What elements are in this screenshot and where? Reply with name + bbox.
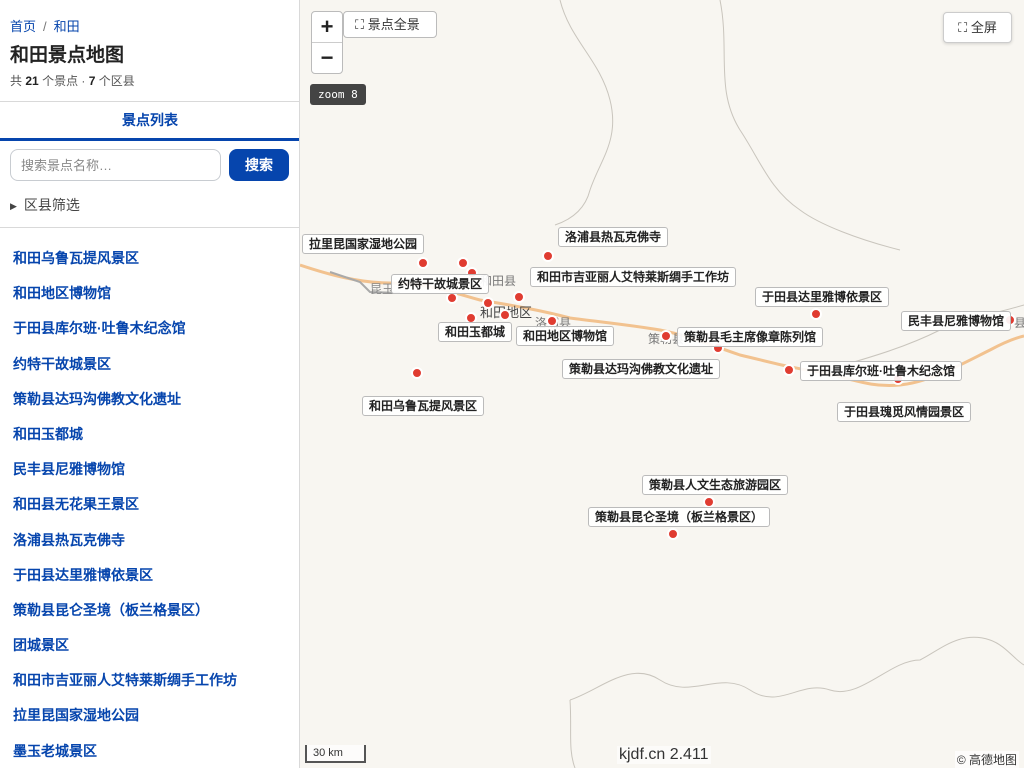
poi-marker[interactable] bbox=[513, 291, 525, 303]
stats-prefix: 共 bbox=[10, 74, 23, 88]
poi-markers bbox=[411, 250, 1016, 540]
spot-list-item[interactable]: 策勒县昆仑圣境（板兰格景区） bbox=[13, 600, 237, 635]
poi-marker[interactable] bbox=[411, 367, 423, 379]
fullscreen-button[interactable]: ⛶ 全屏 bbox=[943, 12, 1012, 43]
stats-summary: 共 21 个景点 · 7 个区县 bbox=[10, 72, 135, 89]
sidebar: 首页 / 和田 和田景点地图 共 21 个景点 · 7 个区县 景点列表 搜索 ▶ 区… bbox=[0, 0, 300, 768]
spot-list-item[interactable]: 于田县达里雅博依景区 bbox=[13, 565, 237, 600]
page-title: 和田景点地图 bbox=[10, 45, 125, 66]
spot-list-item[interactable]: 和田玉都城 bbox=[13, 424, 237, 459]
spot-list-item[interactable]: 民丰县尼雅博物馆 bbox=[13, 459, 237, 494]
tab-spot-list[interactable]: 景点列表 bbox=[0, 102, 299, 141]
poi-label-wuluwati[interactable]: 和田乌鲁瓦提风景区 bbox=[362, 396, 485, 416]
poi-marker[interactable] bbox=[783, 364, 795, 376]
poi-label-kunlun[interactable]: 策勒县昆仑圣境（板兰格景区） bbox=[588, 507, 771, 527]
poi-label-yudoucheng[interactable]: 和田玉都城 bbox=[438, 322, 513, 342]
poi-marker[interactable] bbox=[499, 309, 511, 321]
spot-list-item[interactable]: 和田市吉亚丽人艾特莱斯绸手工作坊 bbox=[13, 670, 237, 705]
poi-marker[interactable] bbox=[542, 250, 554, 262]
scale-bar: 30 km bbox=[305, 745, 366, 763]
boundary-line bbox=[554, 0, 614, 226]
poi-label-kurban[interactable]: 于田县库尔班·吐鲁木纪念馆 bbox=[800, 361, 962, 381]
boundary-line bbox=[569, 699, 576, 768]
county-filter-label: 区县筛选 bbox=[23, 197, 80, 213]
breadcrumb-current-link[interactable]: 和田 bbox=[54, 19, 80, 34]
poi-label-rose[interactable]: 于田县瑰觅风情园景区 bbox=[837, 402, 972, 422]
poi-marker[interactable] bbox=[703, 496, 715, 508]
spot-list-item[interactable]: 和田县无花果王景区 bbox=[13, 494, 237, 529]
overview-button[interactable]: ⛶ 景点全景 bbox=[343, 11, 437, 38]
boundary-line bbox=[569, 636, 1024, 701]
map-attribution[interactable]: © 高德地图 bbox=[954, 751, 1019, 768]
spot-list-item[interactable]: 策勒县达玛沟佛教文化遗址 bbox=[13, 389, 237, 424]
breadcrumb-home-link[interactable]: 首页 bbox=[10, 19, 36, 34]
map-canvas[interactable]: 昆玉 和田县 和田地区 洛浦县 策勒县 县 拉 bbox=[300, 0, 1024, 768]
spot-list-item[interactable]: 约特干故城景区 bbox=[13, 354, 237, 389]
zoom-out-button[interactable]: − bbox=[312, 43, 342, 73]
map-base-layer: 昆玉 和田县 和田地区 洛浦县 策勒县 县 bbox=[300, 0, 1024, 768]
search-input[interactable] bbox=[10, 149, 221, 181]
spot-list-item[interactable]: 墨玉老城景区 bbox=[13, 741, 237, 768]
poi-label-renwen[interactable]: 策勒县人文生态旅游园区 bbox=[642, 475, 789, 495]
fullscreen-icon: ⛶ bbox=[958, 20, 968, 35]
search-button[interactable]: 搜索 bbox=[229, 149, 289, 181]
county-filter-toggle[interactable]: ▶ 区县筛选 bbox=[10, 195, 80, 215]
spot-list-item[interactable]: 于田县库尔班·吐鲁木纪念馆 bbox=[13, 318, 237, 353]
spot-list-item[interactable]: 洛浦县热瓦克佛寺 bbox=[13, 530, 237, 565]
breadcrumb-separator: / bbox=[43, 19, 47, 34]
poi-label-mao[interactable]: 策勒县毛主席像章陈列馆 bbox=[677, 327, 824, 347]
spot-list-item[interactable]: 拉里昆国家湿地公园 bbox=[13, 705, 237, 740]
poi-marker[interactable] bbox=[457, 257, 469, 269]
spot-list-item[interactable]: 和田乌鲁瓦提风景区 bbox=[13, 248, 237, 283]
poi-marker[interactable] bbox=[667, 528, 679, 540]
spot-list-item[interactable]: 团城景区 bbox=[13, 635, 237, 670]
poi-label-museum[interactable]: 和田地区博物馆 bbox=[516, 326, 615, 346]
overview-label: 景点全景 bbox=[367, 17, 420, 32]
counties-unit: 个区县 bbox=[98, 74, 135, 88]
spots-unit: 个景点 · bbox=[42, 74, 86, 88]
poi-label-daliyaboyi[interactable]: 于田县达里雅博依景区 bbox=[755, 287, 890, 307]
divider bbox=[0, 227, 299, 228]
poi-label-jiyali[interactable]: 和田市吉亚丽人艾特莱斯绸手工作坊 bbox=[530, 267, 737, 287]
poi-label-damagou[interactable]: 策勒县达玛沟佛教文化遗址 bbox=[562, 359, 721, 379]
poi-marker[interactable] bbox=[660, 330, 672, 342]
poi-label-niya[interactable]: 民丰县尼雅博物馆 bbox=[901, 311, 1012, 331]
zoom-control: + − bbox=[311, 11, 343, 74]
boundary-line bbox=[719, 0, 901, 251]
zoom-level-badge: zoom 8 bbox=[310, 84, 366, 105]
version-label: kjdf.cn 2.411 bbox=[617, 746, 711, 764]
poi-marker[interactable] bbox=[810, 308, 822, 320]
triangle-right-icon: ▶ bbox=[10, 201, 17, 211]
spots-count: 21 bbox=[25, 74, 39, 88]
poi-marker[interactable] bbox=[417, 257, 429, 269]
poi-marker[interactable] bbox=[546, 315, 558, 327]
counties-count: 7 bbox=[88, 74, 96, 88]
poi-marker[interactable] bbox=[482, 297, 494, 309]
expand-icon: ⛶ bbox=[355, 17, 365, 32]
spot-list-item[interactable]: 和田地区博物馆 bbox=[13, 283, 237, 318]
breadcrumb: 首页 / 和田 bbox=[10, 16, 80, 35]
spot-list: 和田乌鲁瓦提风景区 和田地区博物馆 于田县库尔班·吐鲁木纪念馆 约特干故城景区 … bbox=[13, 248, 237, 768]
poi-marker[interactable] bbox=[446, 292, 458, 304]
poi-label-lalikun[interactable]: 拉里昆国家湿地公园 bbox=[302, 234, 425, 254]
fullscreen-label: 全屏 bbox=[970, 20, 997, 35]
zoom-in-button[interactable]: + bbox=[312, 12, 342, 43]
poi-label-luopu-rawak[interactable]: 洛浦县热瓦克佛寺 bbox=[558, 227, 669, 247]
poi-label-yaoteigan[interactable]: 约特干故城景区 bbox=[391, 274, 490, 294]
